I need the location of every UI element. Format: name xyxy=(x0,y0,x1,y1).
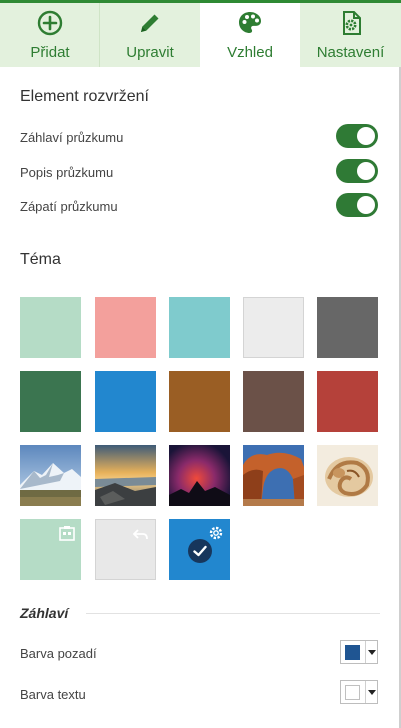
checkmark-icon xyxy=(188,539,212,563)
toggle-label: Záhlaví průzkumu xyxy=(20,130,124,145)
theme-tile-dark-gray[interactable] xyxy=(317,297,378,358)
rock-arch-photo xyxy=(243,445,304,506)
theme-tile-custom-mint[interactable] xyxy=(20,519,81,580)
seashell-photo xyxy=(317,445,378,506)
palette-icon xyxy=(236,9,264,37)
theme-tile-blue[interactable] xyxy=(95,371,156,432)
section-title-theme: Téma xyxy=(20,251,61,268)
toggle-row-header: Záhlaví průzkumu xyxy=(20,124,380,154)
theme-tile-custom-blue-selected[interactable] xyxy=(169,519,230,580)
tab-label: Nastavení xyxy=(316,44,385,61)
toggle-label: Zápatí průzkumu xyxy=(20,199,118,214)
theme-tile-rock-arch-photo[interactable] xyxy=(243,445,304,506)
survey-footer-toggle[interactable] xyxy=(336,193,378,217)
background-color-picker[interactable] xyxy=(340,640,378,664)
tab-bar: Přidat Upravit Vzhled Nastavení xyxy=(0,0,401,67)
background-color-label: Barva pozadí xyxy=(20,646,97,661)
text-color-label: Barva textu xyxy=(20,687,86,702)
mountain-photo xyxy=(20,445,81,506)
theme-tile-salmon[interactable] xyxy=(95,297,156,358)
theme-tile-mint[interactable] xyxy=(20,297,81,358)
theme-tile-rocky-sunset-photo[interactable] xyxy=(95,445,156,506)
theme-tile-custom-light[interactable] xyxy=(95,519,156,580)
tab-label: Přidat xyxy=(30,44,70,61)
tab-vzhled[interactable]: Vzhled xyxy=(200,3,300,67)
theme-tile-mountain-photo[interactable] xyxy=(20,445,81,506)
theme-tile-taupe[interactable] xyxy=(243,371,304,432)
aurora-night-photo xyxy=(169,445,230,506)
tab-label: Vzhled xyxy=(227,44,273,61)
survey-description-toggle[interactable] xyxy=(336,159,378,183)
survey-header-toggle[interactable] xyxy=(336,124,378,148)
gallery-icon xyxy=(59,525,75,541)
color-swatch xyxy=(345,685,360,700)
toggle-label: Popis průzkumu xyxy=(20,165,114,180)
chevron-down-icon xyxy=(365,681,377,703)
plus-circle-icon xyxy=(36,9,64,37)
toggle-row-description: Popis průzkumu xyxy=(20,159,380,189)
theme-tile-brown[interactable] xyxy=(169,371,230,432)
tab-pridat[interactable]: Přidat xyxy=(0,3,100,67)
theme-tile-seashell-photo[interactable] xyxy=(317,445,378,506)
theme-tile-red[interactable] xyxy=(317,371,378,432)
section-title-header: Záhlaví xyxy=(20,605,69,621)
text-color-picker[interactable] xyxy=(340,680,378,704)
toggle-row-footer: Zápatí průzkumu xyxy=(20,193,380,223)
color-swatch xyxy=(345,645,360,660)
tab-nastaveni[interactable]: Nastavení xyxy=(300,3,401,67)
theme-tile-green[interactable] xyxy=(20,371,81,432)
reset-arrow-icon xyxy=(132,526,149,542)
settings-document-icon xyxy=(337,9,365,37)
tab-label: Upravit xyxy=(126,44,174,61)
tab-upravit[interactable]: Upravit xyxy=(100,3,200,67)
chevron-down-icon xyxy=(365,641,377,663)
section-title-layout: Element rozvržení xyxy=(20,88,149,105)
theme-tile-light-gray[interactable] xyxy=(243,297,304,358)
section-divider xyxy=(86,613,380,614)
theme-tile-aurora-night-photo[interactable] xyxy=(169,445,230,506)
theme-tile-teal[interactable] xyxy=(169,297,230,358)
rocky-sunset-photo xyxy=(95,445,156,506)
gear-icon xyxy=(208,525,224,541)
pencil-icon xyxy=(136,9,164,37)
